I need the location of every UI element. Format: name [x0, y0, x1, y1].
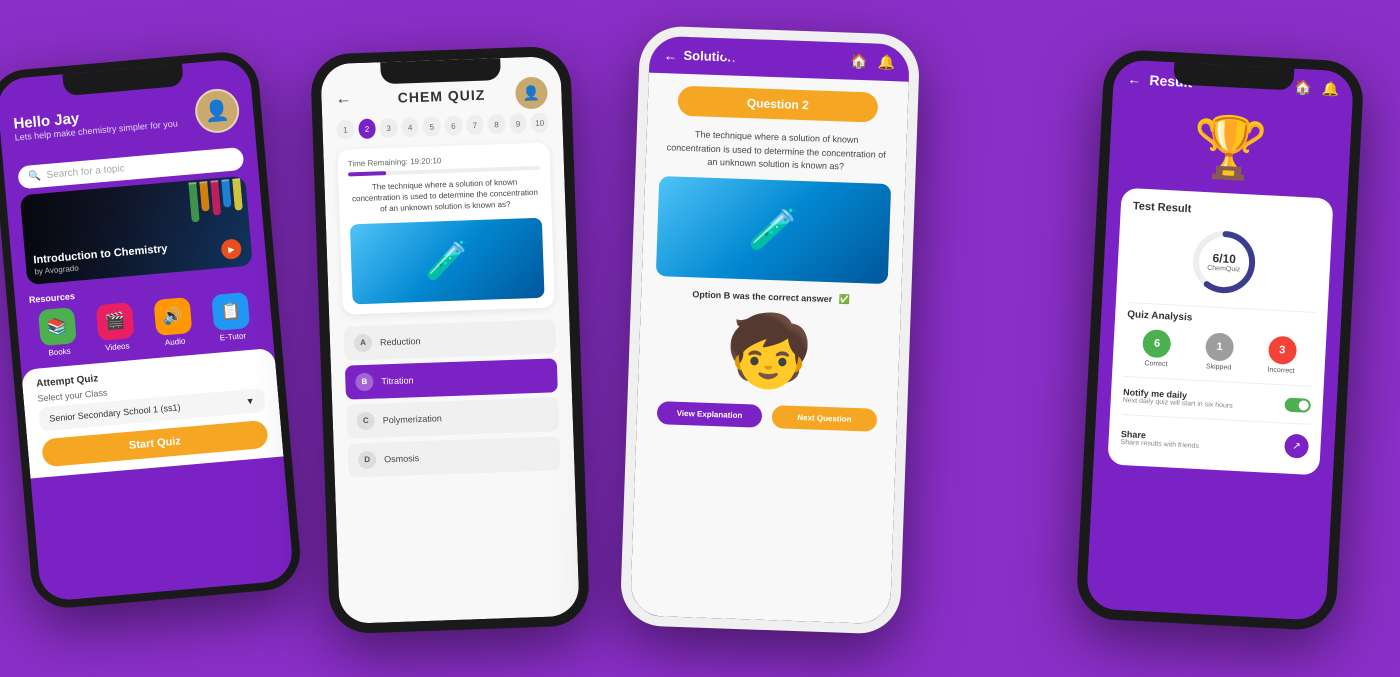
share-button[interactable]: ↗ — [1284, 434, 1309, 459]
option-a[interactable]: A Reduction — [343, 319, 556, 360]
page-10[interactable]: 10 — [531, 112, 549, 133]
option-c-letter: C — [356, 411, 375, 430]
result-home-icon[interactable]: 🏠 — [1294, 79, 1312, 97]
share-row: Share Share results with friends ↗ — [1120, 421, 1309, 463]
skipped-item: 1 Skipped — [1204, 332, 1234, 371]
lab-image-icon: 🧪 — [424, 239, 470, 283]
correct-answer-label: Option B was the correct answer — [692, 289, 832, 304]
quiz-analysis-title: Quiz Analysis — [1127, 309, 1315, 330]
checkmark-icon: ✅ — [839, 294, 851, 304]
page-1[interactable]: 1 — [336, 119, 354, 140]
page-8[interactable]: 8 — [487, 114, 505, 135]
solution-question-text: The technique where a solution of known … — [645, 127, 907, 185]
bell-icon[interactable]: 🔔 — [878, 54, 896, 72]
question-text: The technique where a solution of known … — [348, 176, 541, 216]
skipped-badge: 1 — [1205, 332, 1234, 361]
analysis-items: 6 Correct 1 Skipped 3 Incorrect — [1125, 328, 1315, 376]
option-a-letter: A — [354, 333, 373, 352]
phone-quiz: ← CHEM QUIZ 👤 1 2 3 4 5 6 7 8 9 10 Time … — [310, 46, 590, 635]
incorrect-label: Incorrect — [1267, 367, 1295, 375]
incorrect-item: 3 Incorrect — [1267, 336, 1297, 375]
quiz-title: CHEM QUIZ — [397, 87, 485, 106]
phone-solution: ← Solution 🏠 🔔 Question 2 The technique … — [620, 25, 921, 634]
etutor-icon: 📋 — [211, 292, 250, 331]
option-d-text: Osmosis — [384, 453, 419, 464]
option-d[interactable]: D Osmosis — [348, 436, 561, 477]
page-7[interactable]: 7 — [466, 115, 484, 136]
videos-label: Videos — [105, 341, 130, 352]
option-a-text: Reduction — [380, 336, 421, 347]
page-3[interactable]: 3 — [379, 118, 397, 139]
audio-label: Audio — [165, 337, 186, 348]
result-bell-icon[interactable]: 🔔 — [1321, 80, 1339, 98]
trophy-icon: 🏆 — [1108, 96, 1352, 199]
chevron-down-icon: ▼ — [245, 396, 255, 407]
notify-toggle[interactable] — [1284, 397, 1311, 412]
etutor-label: E-Tutor — [219, 331, 246, 342]
next-question-button[interactable]: Next Question — [772, 405, 878, 432]
notify-row: Notify me daily Next daily quiz will sta… — [1122, 383, 1311, 418]
solution-back-button[interactable]: ← — [663, 47, 678, 63]
page-6[interactable]: 6 — [444, 115, 462, 136]
solution-image: 🧪 — [656, 176, 891, 284]
page-2[interactable]: 2 — [358, 118, 376, 139]
view-explanation-button[interactable]: View Explanation — [657, 401, 763, 428]
option-b[interactable]: B Titration — [345, 358, 558, 399]
quiz-back-button[interactable]: ← — [335, 90, 352, 109]
solution-buttons: View Explanation Next Question — [636, 392, 897, 440]
result-card: Test Result 6/10 ChemQuiz Quiz Analysis … — [1107, 188, 1333, 476]
home-icon[interactable]: 🏠 — [850, 53, 868, 71]
correct-label: Correct — [1144, 360, 1167, 368]
question-badge: Question 2 — [677, 86, 878, 123]
avatar[interactable]: 👤 — [193, 87, 241, 135]
search-icon: 🔍 — [28, 171, 41, 183]
videos-icon: 🎬 — [96, 302, 135, 341]
phone-result: ← Result 🏠 🔔 🏆 Test Result 6/10 ChemQuiz — [1075, 49, 1364, 632]
question-card: Time Remaining: 19:20:10 The technique w… — [337, 142, 555, 314]
audio-icon: 🔊 — [153, 297, 192, 336]
page-9[interactable]: 9 — [509, 113, 527, 134]
books-icon: 📚 — [38, 307, 77, 346]
notch-quiz — [380, 58, 501, 84]
resource-audio[interactable]: 🔊 Audio — [145, 296, 201, 348]
incorrect-badge: 3 — [1267, 336, 1296, 365]
notch-solution — [719, 38, 840, 64]
video-card[interactable]: Introduction to Chemistry by Avogrado ▶ — [20, 176, 253, 285]
test-result-title: Test Result — [1133, 200, 1321, 222]
page-4[interactable]: 4 — [401, 117, 419, 138]
progress-fill — [348, 171, 387, 176]
page-5[interactable]: 5 — [423, 116, 441, 137]
resource-etutor[interactable]: 📋 E-Tutor — [203, 291, 259, 343]
option-d-letter: D — [358, 450, 377, 469]
character-illustration: 🧒 — [638, 302, 901, 401]
result-back-button[interactable]: ← — [1127, 70, 1142, 87]
correct-item: 6 Correct — [1142, 329, 1172, 368]
score-circle: 6/10 ChemQuiz — [1187, 225, 1261, 299]
option-c-text: Polymerization — [383, 413, 442, 425]
solution-lab-icon: 🧪 — [748, 205, 799, 254]
search-placeholder: Search for a topic — [46, 163, 125, 181]
skipped-label: Skipped — [1206, 363, 1232, 371]
option-b-letter: B — [355, 372, 374, 391]
resource-books[interactable]: 📚 Books — [30, 306, 86, 358]
class-value: Senior Secondary School 1 (ss1) — [49, 402, 181, 423]
question-image: 🧪 — [350, 217, 545, 304]
options-list: A Reduction B Titration C Polymerization… — [329, 312, 575, 483]
correct-badge: 6 — [1142, 329, 1171, 358]
option-b-text: Titration — [381, 375, 414, 386]
phone-home: Hello Jay Lets help make chemistry simpl… — [0, 49, 303, 610]
resource-videos[interactable]: 🎬 Videos — [88, 301, 144, 353]
option-c[interactable]: C Polymerization — [346, 397, 559, 438]
attempt-section: Attempt Quiz Select your Class Senior Se… — [21, 348, 284, 479]
quiz-avatar: 👤 — [515, 76, 548, 109]
books-label: Books — [48, 347, 71, 358]
